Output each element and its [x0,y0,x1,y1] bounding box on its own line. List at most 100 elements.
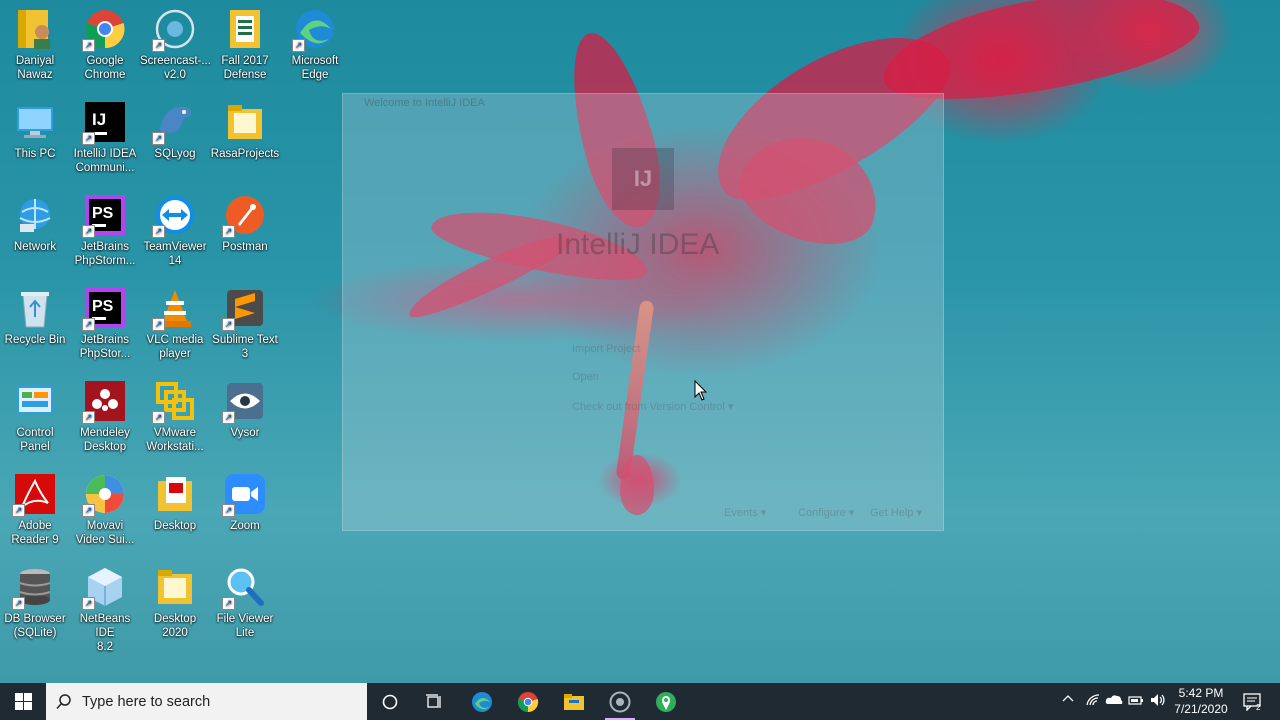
task-view-button[interactable] [412,683,458,720]
desktop-icon[interactable]: IJ ↗ IntelliJ IDEA Communi... [70,101,140,175]
desktop-icon-label: Mendeley [80,427,130,439]
taskbar-edge[interactable] [459,683,505,720]
search-icon [56,693,71,709]
taskbar-search-box[interactable]: Type here to search [46,683,367,720]
system-clock[interactable]: 5:42 PM 7/21/2020 [1168,685,1234,717]
desktop-icon[interactable]: Desktop 2020 [140,566,210,640]
action-center-button[interactable]: 2 [1238,683,1268,720]
shortcut-arrow-icon: ↗ [222,597,235,610]
movavi-icon: ↗ [82,473,126,517]
desktop-icon-label: PhpStorm... [74,255,136,267]
shortcut-arrow-icon: ↗ [222,504,235,517]
control-panel-icon [14,380,56,422]
get-help-menu[interactable]: Get Help ▾ [870,506,922,519]
desktop-icon[interactable]: PS ↗ JetBrains PhpStorm... [70,194,140,268]
events-menu[interactable]: Events ▾ [724,506,766,519]
desktop-icon[interactable]: ↗ Movavi Video Sui... [70,473,140,547]
task-view-icon [426,693,441,708]
battery-power-icon[interactable] [1128,693,1144,707]
chevron-up-icon[interactable] [1062,693,1074,705]
shortcut-arrow-icon: ↗ [222,318,235,331]
desktop-icon-label: Communi... [75,162,135,174]
taskbar-maps[interactable] [643,683,689,720]
folder-icon [224,101,266,143]
desktop-icon-label: Vysor [230,427,260,439]
shortcut-arrow-icon: ↗ [82,39,95,52]
desktop-icon-label: JetBrains [81,241,129,253]
taskbar-screencast[interactable] [597,683,643,720]
desktop-icon-label: JetBrains [81,334,129,346]
taskbar-file-explorer[interactable] [551,683,597,720]
desktop-icon-label: VLC media [146,334,204,346]
desktop-icon[interactable]: ↗ Postman [210,194,280,254]
shortcut-arrow-icon: ↗ [152,132,165,145]
chrome-icon: ↗ [82,8,126,52]
sublime-icon: ↗ [222,287,266,331]
adobe-reader-icon: ↗ [12,473,56,517]
desktop-icon[interactable]: ↗ Screencast-... v2.0 [140,8,211,82]
desktop-icon-label: Google [86,55,124,67]
mendeley-icon: ↗ [82,380,126,424]
desktop-icon-label: NetBeans IDE [79,613,131,639]
edge-icon [472,691,492,712]
shortcut-arrow-icon: ↗ [82,132,95,145]
shortcut-arrow-icon: ↗ [82,225,95,238]
desktop-icon[interactable]: ↗ Mendeley Desktop [70,380,140,454]
intellij-logo-icon: IJ [612,148,674,210]
mouse-cursor-icon [694,380,708,401]
desktop-icon[interactable]: Daniyal Nawaz [0,8,70,82]
desktop-icon-label: Panel [20,441,50,453]
desktop-icon-label: File Viewer [216,613,274,625]
desktop-icon[interactable]: ↗ NetBeans IDE 8.2 [70,566,140,654]
desktop-icon-label: Desktop [153,520,197,532]
configure-menu[interactable]: Configure ▾ [798,506,854,519]
shortcut-arrow-icon: ↗ [152,318,165,331]
volume-icon[interactable] [1150,693,1166,707]
desktop-icon[interactable]: ↗ SQLyog [140,101,210,161]
taskbar-chrome[interactable] [505,683,551,720]
desktop-icon[interactable]: ↗ File Viewer Lite [210,566,280,640]
desktop-icon[interactable]: ↗ Google Chrome [70,8,140,82]
open-link[interactable]: Open [572,371,599,383]
desktop-icon[interactable]: ↗ Microsoft Edge [280,8,350,82]
start-button[interactable] [0,683,46,720]
desktop-icon[interactable]: ↗ Sublime Text 3 [210,287,280,361]
desktop-icon[interactable]: Control Panel [0,380,70,454]
this-pc-icon [14,101,56,143]
shortcut-arrow-icon: ↗ [152,411,165,424]
desktop-icon-label: Chrome [84,69,126,81]
desktop-icon[interactable]: ↗ DB Browser (SQLite) [0,566,70,640]
desktop-icon[interactable]: ↗ Vysor [210,380,280,440]
desktop-icon[interactable]: This PC [0,101,70,161]
import-project-link[interactable]: Import Project [572,343,640,355]
shortcut-arrow-icon: ↗ [292,39,305,52]
desktop-icon-label: DB Browser [4,613,66,625]
desktop-icon[interactable]: RasaProjects [210,101,280,161]
desktop-icon-label: Control [16,427,54,439]
cortana-button[interactable] [367,683,413,720]
clock-time: 5:42 PM [1178,686,1224,700]
desktop-icon-label: (SQLite) [13,627,57,639]
desktop-icon[interactable]: ↗ Zoom [210,473,280,533]
desktop-icon[interactable]: Fall 2017 Defense [210,8,280,82]
db-browser-icon: ↗ [12,566,56,610]
search-placeholder: Type here to search [82,693,211,710]
network-wifi-icon[interactable] [1085,693,1101,707]
desktop-icon-label: IntelliJ IDEA [73,148,137,160]
shortcut-arrow-icon: ↗ [12,597,25,610]
desktop-icon[interactable]: ↗ VMware Workstati... [140,380,210,454]
desktop-icon[interactable]: Desktop [140,473,210,533]
desktop-icon-label: Reader 9 [11,534,59,546]
desktop-icon[interactable]: PS ↗ JetBrains PhpStor... [70,287,140,361]
desktop-icon[interactable]: ↗ VLC media player [140,287,210,361]
desktop-icon-label: Screencast-... [140,55,211,67]
postman-icon: ↗ [222,194,266,238]
desktop-icon[interactable]: ↗ Adobe Reader 9 [0,473,70,547]
desktop-icon[interactable]: Network [0,194,70,254]
checkout-vcs-link[interactable]: Check out from Version Control ▾ [572,400,733,413]
onedrive-cloud-icon[interactable] [1105,693,1123,705]
taskbar: Type here to search 5:42 PM 7/21/2020 2 [0,683,1280,720]
file-viewer-icon: ↗ [222,566,266,610]
desktop-icon[interactable]: Recycle Bin [0,287,70,347]
desktop-icon[interactable]: ↗ TeamViewer 14 [140,194,210,268]
